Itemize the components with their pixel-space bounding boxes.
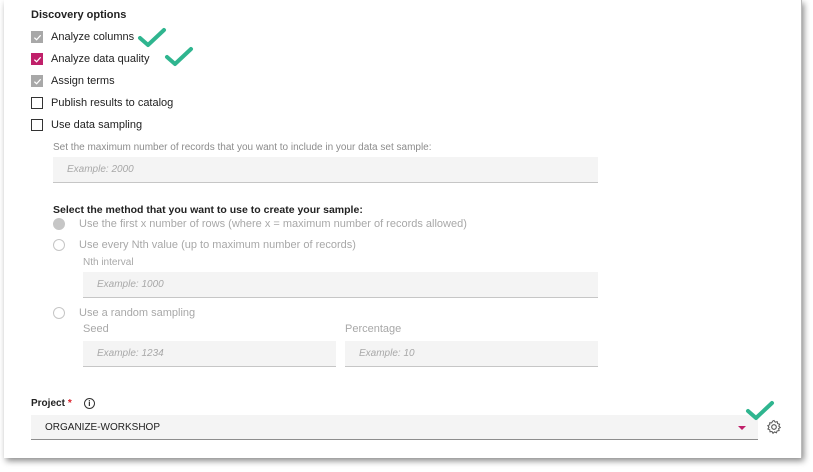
- radio-button[interactable]: [53, 307, 65, 319]
- chevron-down-icon[interactable]: [738, 426, 746, 430]
- project-label: Project: [31, 398, 65, 409]
- checkbox-box[interactable]: [31, 97, 43, 109]
- checkbox-assign-terms[interactable]: Assign terms: [31, 73, 115, 89]
- annotation-checkmark-icon: [746, 401, 774, 420]
- required-mark: *: [67, 398, 72, 409]
- max-records-label: Set the maximum number of records that y…: [53, 142, 432, 153]
- seed-input[interactable]: Example: 1234: [83, 341, 336, 367]
- project-select[interactable]: ORGANIZE-WORKSHOP: [31, 415, 758, 440]
- radio-label: Use the first x number of rows (where x …: [79, 218, 467, 230]
- radio-button[interactable]: [53, 239, 65, 251]
- annotation-checkmark-icon: [165, 47, 193, 66]
- radio-every-nth[interactable]: Use every Nth value (up to maximum numbe…: [53, 239, 356, 251]
- checkbox-label: Analyze data quality: [51, 53, 150, 65]
- checkbox-label: Use data sampling: [51, 119, 143, 131]
- checkbox-analyze-columns[interactable]: Analyze columns: [31, 29, 134, 45]
- checkbox-label: Analyze columns: [51, 31, 135, 43]
- checkbox-box[interactable]: [31, 119, 43, 131]
- radio-button[interactable]: [53, 218, 65, 230]
- seed-label: Seed: [83, 323, 109, 335]
- nth-interval-label: Nth interval: [83, 257, 134, 268]
- checkbox-publish-results[interactable]: Publish results to catalog: [31, 95, 173, 111]
- nth-interval-input[interactable]: Example: 1000: [83, 272, 598, 298]
- checkbox-use-data-sampling[interactable]: Use data sampling: [31, 117, 142, 133]
- check-icon: [33, 56, 41, 63]
- checkbox-box[interactable]: [31, 75, 43, 87]
- radio-random-sampling[interactable]: Use a random sampling: [53, 307, 195, 319]
- info-icon[interactable]: i: [83, 398, 95, 409]
- checkbox-box[interactable]: [31, 31, 43, 43]
- radio-first-x-rows[interactable]: Use the first x number of rows (where x …: [53, 218, 467, 230]
- checkbox-label: Publish results to catalog: [51, 97, 174, 109]
- percentage-label: Percentage: [345, 323, 402, 335]
- radio-label: Use every Nth value (up to maximum numbe…: [79, 239, 356, 251]
- project-select-value: ORGANIZE-WORKSHOP: [45, 421, 161, 433]
- checkbox-analyze-data-quality[interactable]: Analyze data quality: [31, 51, 149, 67]
- annotation-checkmark-icon: [138, 28, 166, 47]
- percentage-input[interactable]: Example: 10: [345, 341, 598, 367]
- check-icon: [33, 78, 41, 85]
- check-icon: [33, 34, 41, 41]
- checkbox-label: Assign terms: [51, 75, 115, 87]
- checkbox-box[interactable]: [31, 53, 43, 65]
- max-records-input[interactable]: Example: 2000: [53, 157, 598, 183]
- sampling-method-title: Select the method that you want to use t…: [53, 204, 363, 216]
- project-label-row: Project * i: [31, 398, 95, 409]
- section-title: Discovery options: [31, 9, 127, 21]
- radio-label: Use a random sampling: [79, 307, 196, 319]
